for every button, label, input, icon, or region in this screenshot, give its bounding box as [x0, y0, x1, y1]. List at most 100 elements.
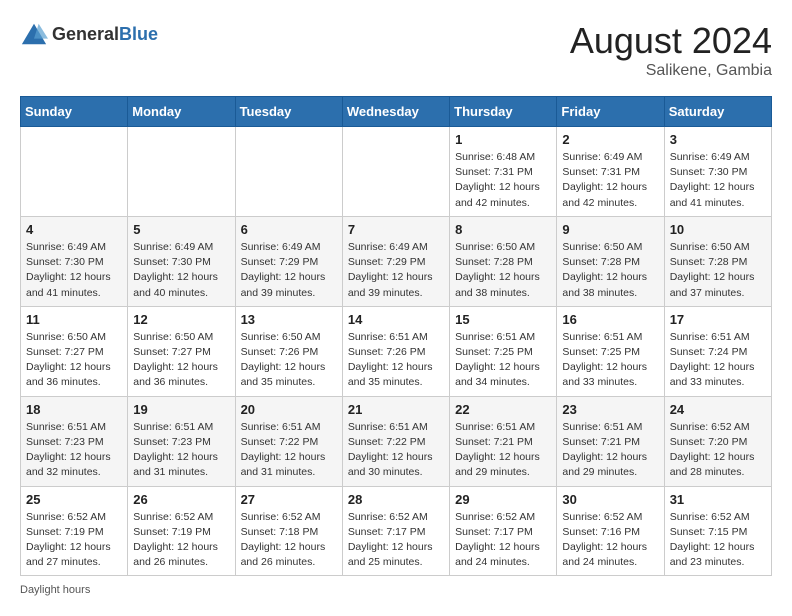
day-number: 16 — [562, 312, 658, 327]
title-area: August 2024 Salikene, Gambia — [570, 20, 772, 80]
calendar-week-row: 4 Sunrise: 6:49 AMSunset: 7:30 PMDayligh… — [21, 216, 772, 306]
calendar-cell: 15 Sunrise: 6:51 AMSunset: 7:25 PMDaylig… — [450, 306, 557, 396]
day-info: Sunrise: 6:51 AMSunset: 7:26 PMDaylight:… — [348, 330, 444, 391]
day-number: 1 — [455, 132, 551, 147]
calendar-cell: 25 Sunrise: 6:52 AMSunset: 7:19 PMDaylig… — [21, 486, 128, 576]
day-info: Sunrise: 6:50 AMSunset: 7:26 PMDaylight:… — [241, 330, 337, 391]
day-number: 11 — [26, 312, 122, 327]
day-info: Sunrise: 6:50 AMSunset: 7:27 PMDaylight:… — [133, 330, 229, 391]
calendar-table: SundayMondayTuesdayWednesdayThursdayFrid… — [20, 96, 772, 576]
day-number: 9 — [562, 222, 658, 237]
calendar-cell: 17 Sunrise: 6:51 AMSunset: 7:24 PMDaylig… — [664, 306, 771, 396]
day-number: 31 — [670, 492, 766, 507]
day-number: 21 — [348, 402, 444, 417]
calendar-cell: 28 Sunrise: 6:52 AMSunset: 7:17 PMDaylig… — [342, 486, 449, 576]
day-info: Sunrise: 6:50 AMSunset: 7:27 PMDaylight:… — [26, 330, 122, 391]
calendar-cell — [342, 127, 449, 217]
calendar-cell: 24 Sunrise: 6:52 AMSunset: 7:20 PMDaylig… — [664, 396, 771, 486]
day-info: Sunrise: 6:49 AMSunset: 7:29 PMDaylight:… — [348, 240, 444, 301]
calendar-cell: 11 Sunrise: 6:50 AMSunset: 7:27 PMDaylig… — [21, 306, 128, 396]
day-info: Sunrise: 6:52 AMSunset: 7:17 PMDaylight:… — [455, 510, 551, 571]
day-of-week-header: Sunday — [21, 97, 128, 127]
calendar-cell: 2 Sunrise: 6:49 AMSunset: 7:31 PMDayligh… — [557, 127, 664, 217]
day-number: 19 — [133, 402, 229, 417]
calendar-cell: 6 Sunrise: 6:49 AMSunset: 7:29 PMDayligh… — [235, 216, 342, 306]
day-info: Sunrise: 6:50 AMSunset: 7:28 PMDaylight:… — [670, 240, 766, 301]
day-number: 3 — [670, 132, 766, 147]
day-of-week-header: Friday — [557, 97, 664, 127]
day-info: Sunrise: 6:52 AMSunset: 7:20 PMDaylight:… — [670, 420, 766, 481]
day-info: Sunrise: 6:49 AMSunset: 7:29 PMDaylight:… — [241, 240, 337, 301]
day-info: Sunrise: 6:52 AMSunset: 7:15 PMDaylight:… — [670, 510, 766, 571]
day-number: 8 — [455, 222, 551, 237]
logo: GeneralBlue — [20, 20, 158, 48]
day-info: Sunrise: 6:51 AMSunset: 7:23 PMDaylight:… — [133, 420, 229, 481]
day-number: 22 — [455, 402, 551, 417]
day-number: 26 — [133, 492, 229, 507]
day-of-week-header: Monday — [128, 97, 235, 127]
calendar-cell: 22 Sunrise: 6:51 AMSunset: 7:21 PMDaylig… — [450, 396, 557, 486]
day-info: Sunrise: 6:49 AMSunset: 7:30 PMDaylight:… — [133, 240, 229, 301]
day-number: 25 — [26, 492, 122, 507]
page-header: GeneralBlue August 2024 Salikene, Gambia — [20, 20, 772, 80]
calendar-cell — [21, 127, 128, 217]
day-number: 29 — [455, 492, 551, 507]
calendar-cell: 18 Sunrise: 6:51 AMSunset: 7:23 PMDaylig… — [21, 396, 128, 486]
logo-text: GeneralBlue — [52, 24, 158, 45]
calendar-cell: 13 Sunrise: 6:50 AMSunset: 7:26 PMDaylig… — [235, 306, 342, 396]
day-number: 17 — [670, 312, 766, 327]
day-info: Sunrise: 6:51 AMSunset: 7:22 PMDaylight:… — [241, 420, 337, 481]
day-number: 28 — [348, 492, 444, 507]
calendar-week-row: 18 Sunrise: 6:51 AMSunset: 7:23 PMDaylig… — [21, 396, 772, 486]
day-info: Sunrise: 6:49 AMSunset: 7:30 PMDaylight:… — [670, 150, 766, 211]
footer: Daylight hours — [20, 584, 772, 596]
calendar-cell: 16 Sunrise: 6:51 AMSunset: 7:25 PMDaylig… — [557, 306, 664, 396]
day-info: Sunrise: 6:49 AMSunset: 7:30 PMDaylight:… — [26, 240, 122, 301]
day-info: Sunrise: 6:52 AMSunset: 7:16 PMDaylight:… — [562, 510, 658, 571]
day-info: Sunrise: 6:51 AMSunset: 7:24 PMDaylight:… — [670, 330, 766, 391]
calendar-cell: 7 Sunrise: 6:49 AMSunset: 7:29 PMDayligh… — [342, 216, 449, 306]
calendar-week-row: 1 Sunrise: 6:48 AMSunset: 7:31 PMDayligh… — [21, 127, 772, 217]
location: Salikene, Gambia — [570, 62, 772, 80]
calendar-cell: 27 Sunrise: 6:52 AMSunset: 7:18 PMDaylig… — [235, 486, 342, 576]
day-number: 6 — [241, 222, 337, 237]
calendar-cell — [128, 127, 235, 217]
day-number: 30 — [562, 492, 658, 507]
calendar-cell: 26 Sunrise: 6:52 AMSunset: 7:19 PMDaylig… — [128, 486, 235, 576]
day-of-week-header: Wednesday — [342, 97, 449, 127]
calendar-cell — [235, 127, 342, 217]
day-number: 7 — [348, 222, 444, 237]
calendar-cell: 9 Sunrise: 6:50 AMSunset: 7:28 PMDayligh… — [557, 216, 664, 306]
calendar-cell: 20 Sunrise: 6:51 AMSunset: 7:22 PMDaylig… — [235, 396, 342, 486]
day-of-week-header: Tuesday — [235, 97, 342, 127]
day-info: Sunrise: 6:51 AMSunset: 7:21 PMDaylight:… — [562, 420, 658, 481]
day-info: Sunrise: 6:49 AMSunset: 7:31 PMDaylight:… — [562, 150, 658, 211]
calendar-cell: 31 Sunrise: 6:52 AMSunset: 7:15 PMDaylig… — [664, 486, 771, 576]
day-number: 20 — [241, 402, 337, 417]
calendar-cell: 3 Sunrise: 6:49 AMSunset: 7:30 PMDayligh… — [664, 127, 771, 217]
calendar-week-row: 25 Sunrise: 6:52 AMSunset: 7:19 PMDaylig… — [21, 486, 772, 576]
day-info: Sunrise: 6:50 AMSunset: 7:28 PMDaylight:… — [455, 240, 551, 301]
calendar-cell: 21 Sunrise: 6:51 AMSunset: 7:22 PMDaylig… — [342, 396, 449, 486]
calendar-cell: 10 Sunrise: 6:50 AMSunset: 7:28 PMDaylig… — [664, 216, 771, 306]
day-number: 5 — [133, 222, 229, 237]
day-info: Sunrise: 6:51 AMSunset: 7:25 PMDaylight:… — [562, 330, 658, 391]
day-info: Sunrise: 6:50 AMSunset: 7:28 PMDaylight:… — [562, 240, 658, 301]
day-info: Sunrise: 6:51 AMSunset: 7:22 PMDaylight:… — [348, 420, 444, 481]
day-number: 13 — [241, 312, 337, 327]
day-number: 24 — [670, 402, 766, 417]
calendar-cell: 19 Sunrise: 6:51 AMSunset: 7:23 PMDaylig… — [128, 396, 235, 486]
day-number: 12 — [133, 312, 229, 327]
day-info: Sunrise: 6:51 AMSunset: 7:25 PMDaylight:… — [455, 330, 551, 391]
day-of-week-header: Thursday — [450, 97, 557, 127]
logo-general: General — [52, 24, 119, 44]
calendar-cell: 4 Sunrise: 6:49 AMSunset: 7:30 PMDayligh… — [21, 216, 128, 306]
calendar-cell: 8 Sunrise: 6:50 AMSunset: 7:28 PMDayligh… — [450, 216, 557, 306]
day-of-week-header: Saturday — [664, 97, 771, 127]
day-info: Sunrise: 6:48 AMSunset: 7:31 PMDaylight:… — [455, 150, 551, 211]
logo-icon — [20, 20, 48, 48]
day-number: 10 — [670, 222, 766, 237]
day-info: Sunrise: 6:52 AMSunset: 7:18 PMDaylight:… — [241, 510, 337, 571]
day-number: 23 — [562, 402, 658, 417]
calendar-cell: 23 Sunrise: 6:51 AMSunset: 7:21 PMDaylig… — [557, 396, 664, 486]
